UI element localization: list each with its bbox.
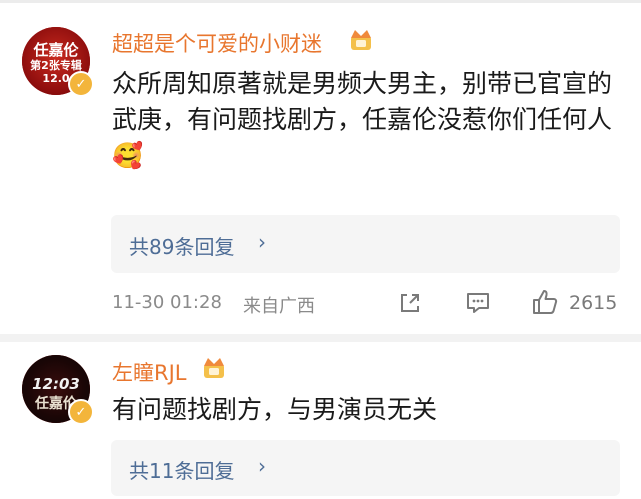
username[interactable]: 左瞳RJL [112,357,186,387]
chevron-right-icon: › [258,454,266,478]
chevron-right-icon: › [258,230,266,254]
view-replies-link[interactable]: 共11条回复 [129,455,234,484]
location: 来自广西 [243,296,315,317]
comment-divider [0,334,641,342]
top-divider [0,0,641,3]
reply-box[interactable]: 共11条回复 › [111,440,620,496]
like-icon[interactable] [530,287,560,317]
verified-badge-icon: ✓ [68,71,94,97]
vip-crown-icon[interactable] [201,356,227,380]
verified-badge-icon: ✓ [68,399,94,425]
comment-icon[interactable] [465,290,491,316]
timestamp: 11-30 01:28 [112,292,222,313]
vip-crown-icon[interactable] [348,28,374,52]
avatar[interactable]: 12:03 任嘉伦 ✓ [22,355,94,425]
reply-box[interactable]: 共89条回复 › [111,215,620,273]
comment-text: 众所周知原著就是男频大男主，别带已官宣的武庚，有问题找剧方，任嘉伦没惹你们任何人… [112,66,622,174]
comment-body: 众所周知原著就是男频大男主，别带已官宣的武庚，有问题找剧方，任嘉伦没惹你们任何人 [112,69,613,134]
share-icon[interactable] [397,290,423,316]
avatar-text: 12:03 [32,375,80,393]
comment-text: 有问题找剧方，与男演员无关 [112,395,438,424]
like-count: 2615 [569,292,618,314]
username[interactable]: 超超是个可爱的小财迷 [112,28,322,58]
emoji-icon: 🥰 [112,141,144,170]
view-replies-link[interactable]: 共89条回复 [129,231,234,260]
avatar[interactable]: 任嘉伦 第2张专辑 12.0 ✓ [22,27,94,97]
